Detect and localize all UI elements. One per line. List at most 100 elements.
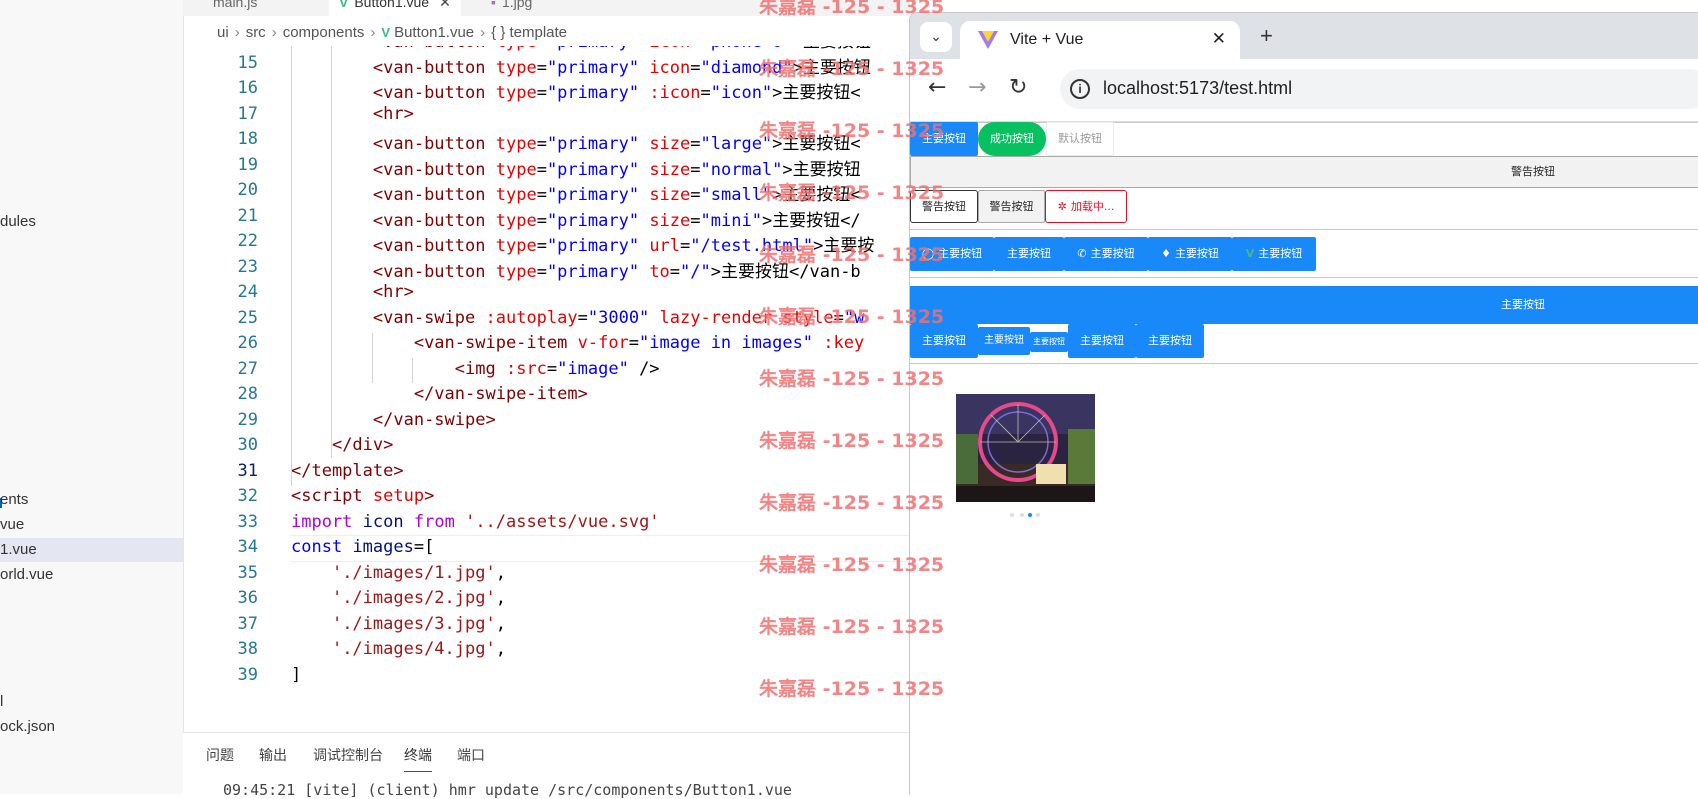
panel-tab-problems[interactable]: 问题 — [206, 745, 234, 765]
bottom-panel: 问题 输出 调试控制台 终端 端口 09:45:21 [vite] (clien… — [183, 732, 910, 799]
breadcrumb-item[interactable]: Button1.vue — [394, 24, 474, 41]
code-line[interactable]: </template> — [291, 461, 404, 481]
code-line[interactable]: <van-button type="primary" url="/test.ht… — [291, 231, 874, 256]
block-warning-button[interactable]: 警告按钮 — [910, 156, 1698, 188]
swipe-indicator[interactable] — [1020, 513, 1024, 517]
code-line[interactable]: <hr> — [291, 104, 414, 124]
explorer-item[interactable]: orld.vue — [0, 563, 53, 587]
line-number: 28 — [237, 384, 258, 404]
icon-button-chat[interactable]: ◯ 主要按钮 — [910, 237, 994, 271]
code-line[interactable]: <script setup> — [291, 486, 434, 506]
code-line[interactable]: <van-button type="primary" :icon="icon">… — [291, 78, 861, 103]
code-line[interactable]: './images/1.jpg', — [291, 563, 506, 583]
line-number: 31 — [237, 460, 258, 481]
code-line[interactable]: <van-button type="primary" size="mini">主… — [291, 206, 861, 231]
url-link-button[interactable]: 主要按钮 — [1068, 324, 1136, 358]
icon-button-vue[interactable]: V 主要按钮 — [1232, 237, 1316, 271]
divider — [910, 229, 1698, 230]
indent-guide — [331, 46, 332, 458]
breadcrumb-item[interactable]: src — [246, 24, 266, 41]
line-number: 35 — [237, 562, 258, 583]
default-button[interactable]: 默认按钮 — [1046, 122, 1114, 156]
primary-button[interactable]: 主要按钮 — [910, 122, 978, 156]
icon-button-phone[interactable]: ✆ 主要按钮 — [1064, 237, 1148, 271]
tab-1-jpg[interactable]: ▪ 1.jpg — [481, 0, 542, 16]
mini-size-button[interactable]: 主要按钮 — [1030, 332, 1068, 352]
code-line[interactable]: ] — [291, 665, 301, 685]
forward-arrow-icon[interactable]: → — [968, 77, 986, 99]
explorer-item[interactable]: dules — [0, 210, 36, 234]
tab-search-button[interactable]: ⌄ — [920, 22, 952, 52]
line-number: 26 — [237, 333, 258, 353]
chat-icon: ◯ — [921, 247, 935, 260]
explorer-item[interactable]: ock.json — [0, 715, 55, 739]
code-line[interactable]: <van-button type="primary" size="normal"… — [291, 155, 861, 180]
line-number: 16 — [237, 78, 258, 98]
tab-main-js[interactable]: main.js — [203, 0, 267, 16]
back-arrow-icon[interactable]: ← — [928, 77, 946, 99]
chevron-down-icon: ⌄ — [930, 29, 942, 45]
address-bar[interactable]: i localhost:5173/test.html — [1060, 69, 1698, 109]
reload-icon[interactable]: ↻ — [1009, 77, 1027, 99]
code-line[interactable]: <van-button type="primary" icon="phone-o… — [291, 46, 871, 52]
swipe-indicator[interactable] — [1010, 513, 1014, 517]
code-editor[interactable]: 14 15 16 17 18 19 20 21 22 23 24 25 26 27 28 29 30 31 32 33… — [183, 46, 910, 732]
code-line[interactable]: <van-swipe-item v-for="image in images" … — [291, 333, 864, 353]
code-line[interactable]: <van-button type="primary" size="large">… — [291, 129, 861, 154]
swipe-carousel-image[interactable] — [956, 394, 1095, 502]
loading-spinner-icon: ✲ — [1057, 200, 1067, 213]
explorer-item[interactable]: ents — [0, 488, 28, 512]
close-tab-icon[interactable]: ✕ — [439, 0, 451, 10]
panel-tab-output[interactable]: 输出 — [259, 745, 287, 765]
warning-button[interactable]: 警告按钮 — [910, 190, 978, 223]
panel-tab-ports[interactable]: 端口 — [457, 745, 485, 765]
image-file-icon: ▪ — [491, 0, 496, 10]
code-line[interactable]: </div> — [291, 435, 393, 455]
breadcrumb-item[interactable]: components — [283, 24, 365, 41]
success-button[interactable]: 成功按钮 — [978, 122, 1046, 156]
breadcrumb-item[interactable]: { } template — [491, 24, 567, 41]
code-line[interactable]: </van-swipe-item> — [291, 384, 588, 404]
line-number: 30 — [237, 435, 258, 455]
code-line[interactable]: <van-button type="primary" icon="diamond… — [291, 53, 871, 78]
warning-button[interactable]: 警告按钮 — [978, 190, 1045, 223]
code-line[interactable]: './images/2.jpg', — [291, 588, 506, 608]
normal-size-button[interactable]: 主要按钮 — [910, 324, 978, 358]
indent-guide — [412, 358, 413, 383]
code-line[interactable]: <img :src="image" /> — [291, 359, 660, 379]
code-line[interactable]: <van-button type="primary" size="small">… — [291, 180, 861, 205]
line-number: 36 — [237, 588, 258, 608]
panel-tab-terminal[interactable]: 终端 — [404, 745, 432, 772]
loading-button[interactable]: ✲ 加载中... — [1045, 190, 1127, 223]
line-number: 20 — [237, 180, 258, 200]
code-line[interactable]: './images/4.jpg', — [291, 639, 506, 659]
panel-tab-debug-console[interactable]: 调试控制台 — [313, 745, 383, 765]
code-line[interactable]: <hr> — [291, 282, 414, 302]
explorer-item-active[interactable]: 1.vue — [0, 538, 183, 562]
explorer-item[interactable]: vue — [0, 513, 24, 537]
swipe-indicator-active[interactable] — [1028, 513, 1032, 517]
site-info-icon[interactable]: i — [1070, 79, 1090, 99]
browser-tab[interactable]: Vite + Vue ✕ — [960, 21, 1240, 59]
tab-button1-vue[interactable]: V Button1.vue ✕ — [329, 0, 461, 16]
close-tab-icon[interactable]: ✕ — [1212, 29, 1226, 49]
code-line[interactable]: </van-swipe> — [291, 410, 496, 430]
explorer-item[interactable]: l — [0, 690, 3, 714]
route-link-button[interactable]: 主要按钮 — [1136, 324, 1204, 358]
line-number: 29 — [237, 409, 258, 430]
vue-file-icon: V — [339, 0, 349, 10]
code-line[interactable]: './images/3.jpg', — [291, 614, 506, 634]
new-tab-button[interactable]: + — [1260, 23, 1273, 49]
icon-button-diamond[interactable]: ♦ 主要按钮 — [1148, 237, 1232, 271]
code-line[interactable]: <van-button type="primary" to="/">主要按钮</… — [291, 257, 861, 282]
code-line[interactable]: const images=[ — [291, 537, 434, 557]
code-line[interactable]: import icon from '../assets/vue.svg' — [291, 512, 660, 532]
primary-button[interactable]: 主要按钮 — [994, 237, 1064, 271]
small-size-button[interactable]: 主要按钮 — [978, 327, 1030, 355]
swipe-indicator[interactable] — [1036, 513, 1040, 517]
breadcrumb-item[interactable]: ui — [217, 24, 229, 41]
code-line[interactable]: <van-swipe :autoplay="3000" lazy-render … — [291, 308, 864, 328]
line-number: 39 — [237, 664, 258, 685]
large-button[interactable]: 主要按钮 — [910, 286, 1698, 324]
vue-file-icon: V — [381, 25, 391, 40]
